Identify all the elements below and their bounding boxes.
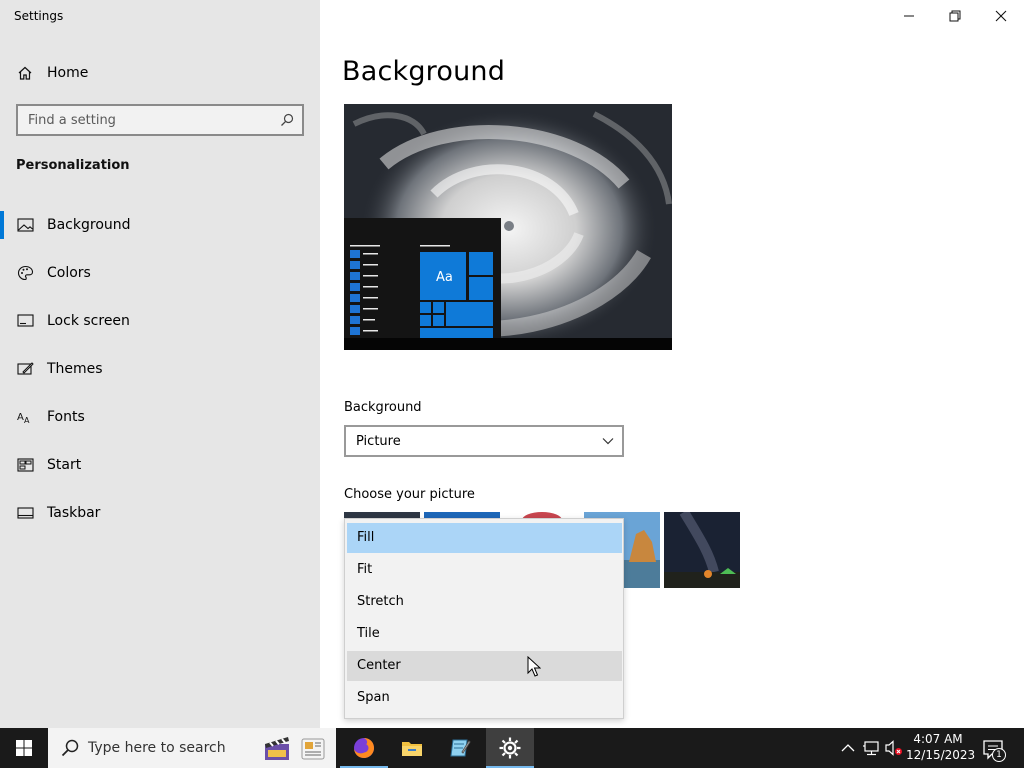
sidebar-item-fonts[interactable]: A A Fonts: [0, 397, 320, 437]
sidebar: Settings Home Personalization Background: [0, 0, 320, 728]
sidebar-item-label: Lock screen: [47, 313, 130, 329]
fit-option-label: Span: [357, 690, 390, 705]
fit-option-fill[interactable]: Fill: [347, 523, 622, 553]
settings-window: Settings Home Personalization Background: [0, 0, 1024, 728]
sidebar-item-start[interactable]: Start: [0, 445, 320, 485]
restore-icon: [949, 10, 961, 22]
search-icon: [281, 113, 294, 126]
sidebar-item-label: Start: [47, 457, 82, 473]
preview-tile-label: Aa: [436, 270, 453, 285]
fit-option-label: Center: [357, 658, 401, 673]
sidebar-item-label: Fonts: [47, 409, 85, 425]
fit-dropdown-list: Fill Fit Stretch Tile Center Span: [344, 518, 624, 719]
themes-icon: [17, 362, 34, 375]
thumbnail-image: [664, 512, 740, 588]
fit-option-stretch[interactable]: Stretch: [347, 587, 622, 617]
app-title: Settings: [14, 9, 64, 23]
start-button[interactable]: [0, 728, 48, 768]
find-setting-input[interactable]: [18, 106, 302, 134]
minimize-icon: [904, 15, 914, 17]
taskbar-search-box[interactable]: Type here to search: [48, 728, 336, 768]
section-title: Personalization: [16, 158, 130, 173]
settings-icon: [499, 737, 521, 759]
fit-option-fit[interactable]: Fit: [347, 555, 622, 585]
choose-picture-label: Choose your picture: [344, 487, 475, 502]
sidebar-item-lock-screen[interactable]: Lock screen: [0, 301, 320, 341]
minimize-button[interactable]: [886, 0, 932, 32]
firefox-icon: [354, 738, 374, 758]
notepad-icon: [450, 739, 471, 757]
fit-option-tile[interactable]: Tile: [347, 619, 622, 649]
fit-option-label: Fill: [357, 530, 375, 545]
sidebar-item-label: Taskbar: [47, 505, 101, 521]
notification-count-badge: 1: [992, 748, 1006, 762]
sidebar-item-background[interactable]: Background: [0, 205, 320, 245]
svg-text:A: A: [17, 412, 24, 423]
background-preview: Aa: [344, 104, 672, 350]
fit-option-center[interactable]: Center: [347, 651, 622, 681]
chevron-up-icon[interactable]: [838, 738, 858, 758]
chevron-down-icon: [602, 438, 614, 445]
file-explorer-icon: [402, 742, 422, 756]
settings-search-box[interactable]: [16, 104, 304, 136]
picture-icon: [17, 218, 34, 232]
restore-button[interactable]: [932, 0, 978, 32]
sidebar-item-label: Themes: [47, 361, 103, 377]
taskbar-search-text: Type here to search: [88, 740, 226, 756]
taskbar-icon: [17, 507, 34, 519]
background-type-value: Picture: [356, 434, 401, 449]
mouse-cursor-icon: [527, 656, 541, 677]
news-icon: [301, 738, 325, 760]
fit-option-span[interactable]: Span: [347, 683, 622, 713]
fit-option-label: Fit: [357, 562, 373, 577]
taskbar-app-notepad[interactable]: [436, 728, 484, 768]
taskbar-clock[interactable]: 4:07 AM 12/15/2023: [906, 731, 976, 763]
sidebar-item-label: Background: [47, 217, 131, 233]
background-type-label: Background: [344, 400, 422, 415]
taskbar-app-file-explorer[interactable]: [388, 728, 436, 768]
sidebar-item-taskbar[interactable]: Taskbar: [0, 493, 320, 533]
background-type-select[interactable]: Picture: [344, 425, 624, 457]
home-icon: [18, 66, 32, 80]
close-button[interactable]: [978, 0, 1024, 32]
clapperboard-icon: [265, 737, 289, 760]
picture-thumbnail[interactable]: [664, 512, 740, 588]
fit-option-label: Tile: [357, 626, 380, 641]
start-icon: [17, 458, 34, 472]
network-icon[interactable]: [862, 738, 882, 758]
taskbar-app-firefox[interactable]: [340, 728, 388, 768]
close-icon: [995, 10, 1007, 22]
taskbar-app-settings[interactable]: [486, 728, 534, 768]
nav-home[interactable]: Home: [0, 56, 320, 90]
fit-option-label: Stretch: [357, 594, 404, 609]
palette-icon: [17, 265, 34, 281]
nav-home-label: Home: [47, 65, 89, 81]
sidebar-item-colors[interactable]: Colors: [0, 253, 320, 293]
svg-text:A: A: [24, 416, 30, 425]
taskbar: Type here to search 4:07 AM 12/15/2023 1: [0, 728, 1024, 768]
wallpaper-image: [344, 104, 672, 350]
clock-time: 4:07 AM: [913, 732, 963, 746]
sidebar-item-themes[interactable]: Themes: [0, 349, 320, 389]
fonts-icon: A A: [17, 412, 30, 425]
speaker-muted-icon[interactable]: [884, 738, 904, 758]
clock-date: 12/15/2023: [906, 748, 976, 762]
search-icon: [61, 739, 79, 757]
lock-screen-icon: [17, 314, 34, 327]
sidebar-item-label: Colors: [47, 265, 91, 281]
page-title: Background: [342, 56, 506, 87]
windows-logo-icon: [16, 740, 32, 756]
